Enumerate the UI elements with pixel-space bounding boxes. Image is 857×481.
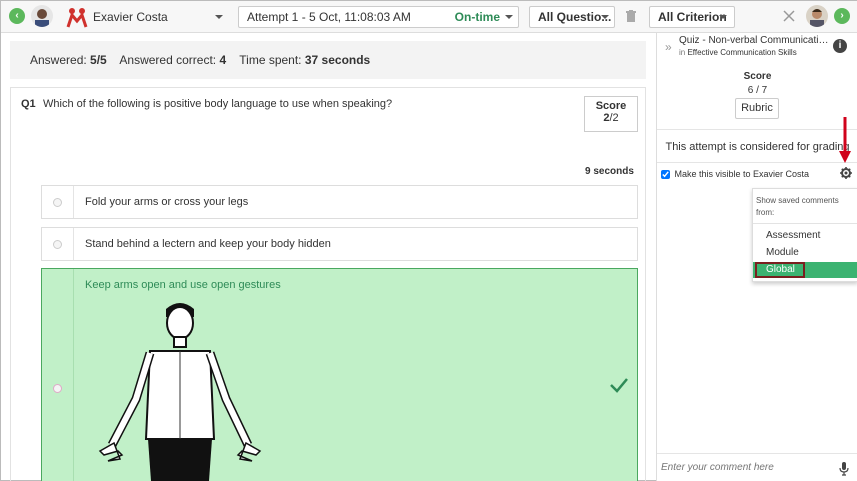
menu-item-assessment[interactable]: Assessment xyxy=(753,228,857,244)
correct-check-icon xyxy=(609,377,629,393)
score-label: Score xyxy=(595,100,627,112)
criterion-chevron-down-icon xyxy=(719,15,727,19)
menu-divider xyxy=(753,223,857,224)
grading-note: This attempt is considered for grading xyxy=(665,141,850,153)
attempt-summary: Answered: 5/5 Answered correct: 4 Time s… xyxy=(10,41,646,79)
user-avatar[interactable] xyxy=(31,5,53,27)
rubric-button[interactable]: Rubric xyxy=(735,98,779,119)
option-radio-cell xyxy=(42,228,74,260)
criterion-filter-select[interactable]: All Criterion xyxy=(649,6,735,28)
in-label: in xyxy=(679,48,686,57)
annotation-arrow-icon xyxy=(839,117,851,163)
menu-header: Show saved comments from: xyxy=(756,196,839,217)
option-radio[interactable] xyxy=(53,198,62,207)
student-avatar[interactable] xyxy=(806,5,828,27)
score-max: /2 xyxy=(609,112,619,124)
visibility-toggle[interactable]: Make this visible to Exavier Costa xyxy=(661,169,810,180)
answer-option-1[interactable]: Fold your arms or cross your legs xyxy=(41,185,638,219)
quiz-header: » Quiz - Non-verbal Communication in Eff… xyxy=(657,33,857,63)
correct-value: 4 xyxy=(219,53,227,67)
student-name[interactable]: Exavier Costa xyxy=(93,10,168,24)
open-gestures-illustration xyxy=(98,299,288,481)
top-bar: ‹ Exavier Costa Attempt 1 - 5 Oct, 11:08… xyxy=(1,1,857,33)
panel-score-value: 6 / 7 xyxy=(747,85,768,96)
correct-label: Answered correct: xyxy=(119,53,217,67)
option-radio[interactable] xyxy=(53,240,62,249)
quiz-course: in Effective Communication Skills xyxy=(679,48,797,57)
question-number: Q1 xyxy=(21,98,36,110)
highlight-box xyxy=(755,262,805,278)
questions-filter-select[interactable]: All Questio... xyxy=(529,6,615,28)
close-icon[interactable] xyxy=(783,10,795,22)
expand-panel-icon[interactable]: » xyxy=(665,40,672,54)
app-window: ‹ Exavier Costa Attempt 1 - 5 Oct, 11:08… xyxy=(0,0,857,481)
trash-icon[interactable] xyxy=(626,10,636,22)
answer-option-3[interactable]: Keep arms open and use open gestures xyxy=(41,268,638,481)
visibility-checkbox[interactable] xyxy=(661,170,670,180)
criterion-filter-label: All Criterion xyxy=(658,10,727,24)
option-radio-cell xyxy=(42,186,74,218)
option-text: Stand behind a lectern and keep your bod… xyxy=(85,238,331,250)
time-value: 37 seconds xyxy=(304,53,371,67)
time-label: Time spent: xyxy=(239,53,302,67)
question-card: Q1 Which of the following is positive bo… xyxy=(10,87,646,481)
assessment-main: Answered: 5/5 Answered correct: 4 Time s… xyxy=(1,33,656,481)
menu-item-global[interactable]: Global xyxy=(753,262,857,278)
gear-icon[interactable] xyxy=(840,167,852,179)
attempt-chevron-down-icon xyxy=(505,15,513,19)
answered-value: 5/5 xyxy=(90,53,107,67)
option-text: Fold your arms or cross your legs xyxy=(85,196,249,208)
option-radio-cell xyxy=(42,269,74,481)
course-name[interactable]: Effective Communication Skills xyxy=(687,48,796,57)
question-time: 9 seconds xyxy=(585,166,634,177)
divider xyxy=(657,162,857,163)
comment-input[interactable] xyxy=(661,458,833,476)
attempt-status: On-time xyxy=(454,10,500,24)
answer-option-2[interactable]: Stand behind a lectern and keep your bod… xyxy=(41,227,638,261)
menu-item-module[interactable]: Module xyxy=(753,245,857,261)
answered-label: Answered: xyxy=(30,53,87,67)
saved-comments-menu: Show saved comments from: Assessment Mod… xyxy=(752,188,857,282)
panel-score-label: Score xyxy=(743,71,772,82)
grading-panel: » Quiz - Non-verbal Communication in Eff… xyxy=(656,33,857,481)
info-icon[interactable]: i xyxy=(833,39,847,53)
microphone-icon[interactable] xyxy=(839,462,849,476)
question-text: Which of the following is positive body … xyxy=(43,98,393,110)
divider xyxy=(657,129,857,130)
score-value: 2/2 xyxy=(603,112,618,124)
questions-chevron-down-icon xyxy=(601,15,609,19)
previous-student-button[interactable]: ‹ xyxy=(9,8,25,24)
app-logo-icon xyxy=(66,6,88,28)
student-chevron-down-icon[interactable] xyxy=(215,15,223,19)
attempt-select[interactable]: Attempt 1 - 5 Oct, 11:08:03 AM On-time xyxy=(238,6,519,28)
quiz-title: Quiz - Non-verbal Communication xyxy=(679,35,829,46)
question-score-box[interactable]: Score 2/2 xyxy=(584,96,638,132)
next-student-button[interactable]: › xyxy=(834,8,850,24)
option-radio[interactable] xyxy=(53,384,62,393)
attempt-label: Attempt 1 - 5 Oct, 11:08:03 AM xyxy=(247,10,411,24)
option-text: Keep arms open and use open gestures xyxy=(85,279,281,291)
visibility-label: Make this visible to Exavier Costa xyxy=(674,169,810,179)
comment-box xyxy=(657,453,857,481)
